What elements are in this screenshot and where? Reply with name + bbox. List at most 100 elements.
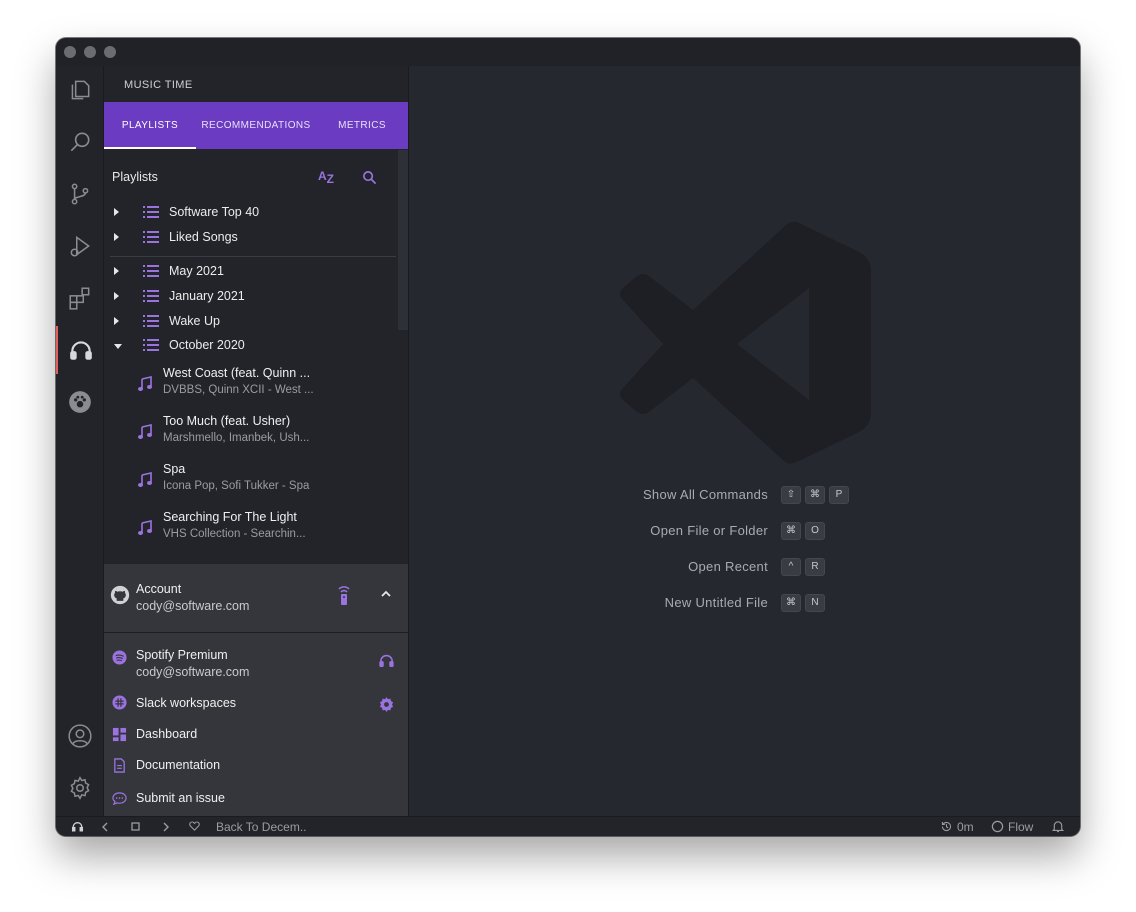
documentation-item[interactable]: Documentation [104, 752, 408, 780]
title-bar [56, 38, 1080, 67]
collapse-caret-icon[interactable] [114, 344, 122, 349]
status-headphones-icon[interactable] [71, 820, 84, 833]
shortcut-label: Open Recent [688, 559, 768, 574]
next-track-icon[interactable] [162, 822, 170, 832]
activity-bar [56, 66, 104, 816]
playlist-item[interactable]: May 2021 [104, 260, 398, 284]
expand-caret-icon[interactable] [114, 267, 119, 275]
playlist-label: January 2021 [169, 289, 245, 303]
playlist-icon [143, 290, 159, 302]
playlist-label: Wake Up [169, 314, 220, 328]
account-email: cody@software.com [136, 599, 250, 613]
slack-settings-gear-icon[interactable] [378, 696, 395, 713]
shortcut-label: Open File or Folder [650, 523, 768, 538]
close-window-button[interactable] [64, 46, 76, 58]
playlist-item[interactable]: Software Top 40 [104, 201, 398, 225]
playlist-item-expanded[interactable]: October 2020 [104, 334, 398, 358]
shortcut-keys: ⌘ O [781, 522, 825, 540]
current-track-label[interactable]: Back To Decem.. [216, 820, 306, 834]
expand-caret-icon[interactable] [114, 292, 119, 300]
account-panel: Account cody@software.com Spotify Premiu… [104, 564, 408, 816]
settings-gear-icon[interactable] [56, 764, 103, 812]
notifications-bell-icon[interactable] [1052, 820, 1064, 833]
slack-icon [112, 695, 127, 710]
song-title: Searching For The Light [163, 510, 297, 524]
extensions-icon[interactable] [56, 274, 103, 322]
music-note-icon [138, 472, 152, 487]
paw-icon[interactable] [56, 378, 103, 426]
slack-workspaces-item[interactable]: Slack workspaces [104, 690, 408, 718]
chat-bubble-icon [112, 792, 127, 806]
playlist-search-icon[interactable] [362, 170, 377, 185]
tab-metrics[interactable]: METRICS [324, 102, 400, 149]
submit-issue-label: Submit an issue [136, 791, 225, 805]
song-artist: Icona Pop, Sofi Tukker - Spa [163, 480, 310, 492]
playlist-item[interactable]: January 2021 [104, 285, 398, 309]
editor-welcome-area: Show All Commands ⇧ ⌘ P Open File or Fol… [409, 66, 1080, 816]
song-item[interactable]: Searching For The Light VHS Collection -… [104, 508, 398, 552]
account-header[interactable]: Account cody@software.com [104, 564, 408, 633]
playlist-label: Software Top 40 [169, 205, 260, 219]
playlist-item[interactable]: Wake Up [104, 310, 398, 334]
expand-caret-icon[interactable] [114, 208, 119, 216]
account-label: Account [136, 582, 182, 596]
documentation-label: Documentation [136, 758, 221, 772]
song-item[interactable]: Spa Icona Pop, Sofi Tukker - Spa [104, 460, 398, 504]
playlist-label: Liked Songs [169, 230, 238, 244]
dashboard-item[interactable]: Dashboard [104, 721, 408, 749]
explorer-icon[interactable] [56, 66, 103, 114]
playlists-header: Playlists [112, 170, 158, 184]
playlist-icon [143, 231, 159, 243]
shortcut-new-untitled-file[interactable]: New Untitled File ⌘ N [409, 592, 1080, 614]
song-artist: VHS Collection - Searchin... [163, 528, 306, 540]
maximize-window-button[interactable] [104, 46, 116, 58]
song-title: West Coast (feat. Quinn ... [163, 366, 311, 380]
stop-icon[interactable] [131, 822, 140, 831]
shortcut-open-recent[interactable]: Open Recent ^ R [409, 556, 1080, 578]
tab-recommendations[interactable]: RECOMMENDATIONS [196, 102, 316, 149]
shortcut-label: Show All Commands [642, 487, 768, 502]
playlist-label: October 2020 [169, 338, 245, 352]
playlist-icon [143, 339, 159, 351]
chevron-up-icon[interactable] [380, 589, 392, 599]
shortcut-show-all-commands[interactable]: Show All Commands ⇧ ⌘ P [409, 484, 1080, 506]
key-cap: ^ [781, 558, 801, 576]
dashboard-icon [112, 727, 127, 742]
spotify-email: cody@software.com [136, 665, 250, 679]
song-artist: DVBBS, Quinn XCII - West ... [163, 384, 314, 396]
sidebar-tabs: PLAYLISTS RECOMMENDATIONS METRICS [104, 102, 408, 149]
search-icon[interactable] [56, 118, 103, 166]
slack-label: Slack workspaces [136, 696, 237, 710]
music-note-icon [138, 376, 152, 391]
tab-playlists[interactable]: PLAYLISTS [104, 102, 196, 149]
expand-caret-icon[interactable] [114, 317, 119, 325]
device-remote-icon[interactable] [336, 584, 352, 606]
playlist-icon [143, 206, 159, 218]
playlist-item[interactable]: Liked Songs [104, 226, 398, 250]
flow-circle-icon [991, 820, 1004, 833]
music-time-sidebar: MUSIC TIME PLAYLISTS RECOMMENDATIONS MET… [104, 66, 409, 816]
expand-caret-icon[interactable] [114, 233, 119, 241]
accounts-icon[interactable] [56, 712, 103, 760]
submit-issue-item[interactable]: Submit an issue [104, 785, 408, 813]
shortcut-open-file-or-folder[interactable]: Open File or Folder ⌘ O [409, 520, 1080, 542]
status-bar: Back To Decem.. 0m Flow [56, 816, 1080, 836]
song-item[interactable]: Too Much (feat. Usher) Marshmello, Imanb… [104, 412, 398, 456]
time-tracked-label[interactable]: 0m [957, 820, 974, 834]
song-item[interactable]: West Coast (feat. Quinn ... DVBBS, Quinn… [104, 364, 398, 408]
run-debug-icon[interactable] [56, 222, 103, 270]
heart-icon[interactable] [189, 821, 200, 831]
key-cap: ⌘ [805, 486, 825, 504]
previous-track-icon[interactable] [101, 822, 109, 832]
music-time-headphones-icon[interactable] [56, 326, 103, 374]
minimize-window-button[interactable] [84, 46, 96, 58]
headphones-icon[interactable] [378, 652, 395, 669]
flow-mode-label[interactable]: Flow [1008, 820, 1033, 834]
sidebar-scrollbar[interactable] [398, 150, 408, 330]
spotify-premium-item[interactable]: Spotify Premium cody@software.com [104, 642, 408, 682]
source-control-icon[interactable] [56, 170, 103, 218]
sort-az-icon[interactable]: AZ [318, 169, 334, 186]
spotify-label: Spotify Premium [136, 648, 228, 662]
key-cap: ⇧ [781, 486, 801, 504]
playlist-icon [143, 315, 159, 327]
